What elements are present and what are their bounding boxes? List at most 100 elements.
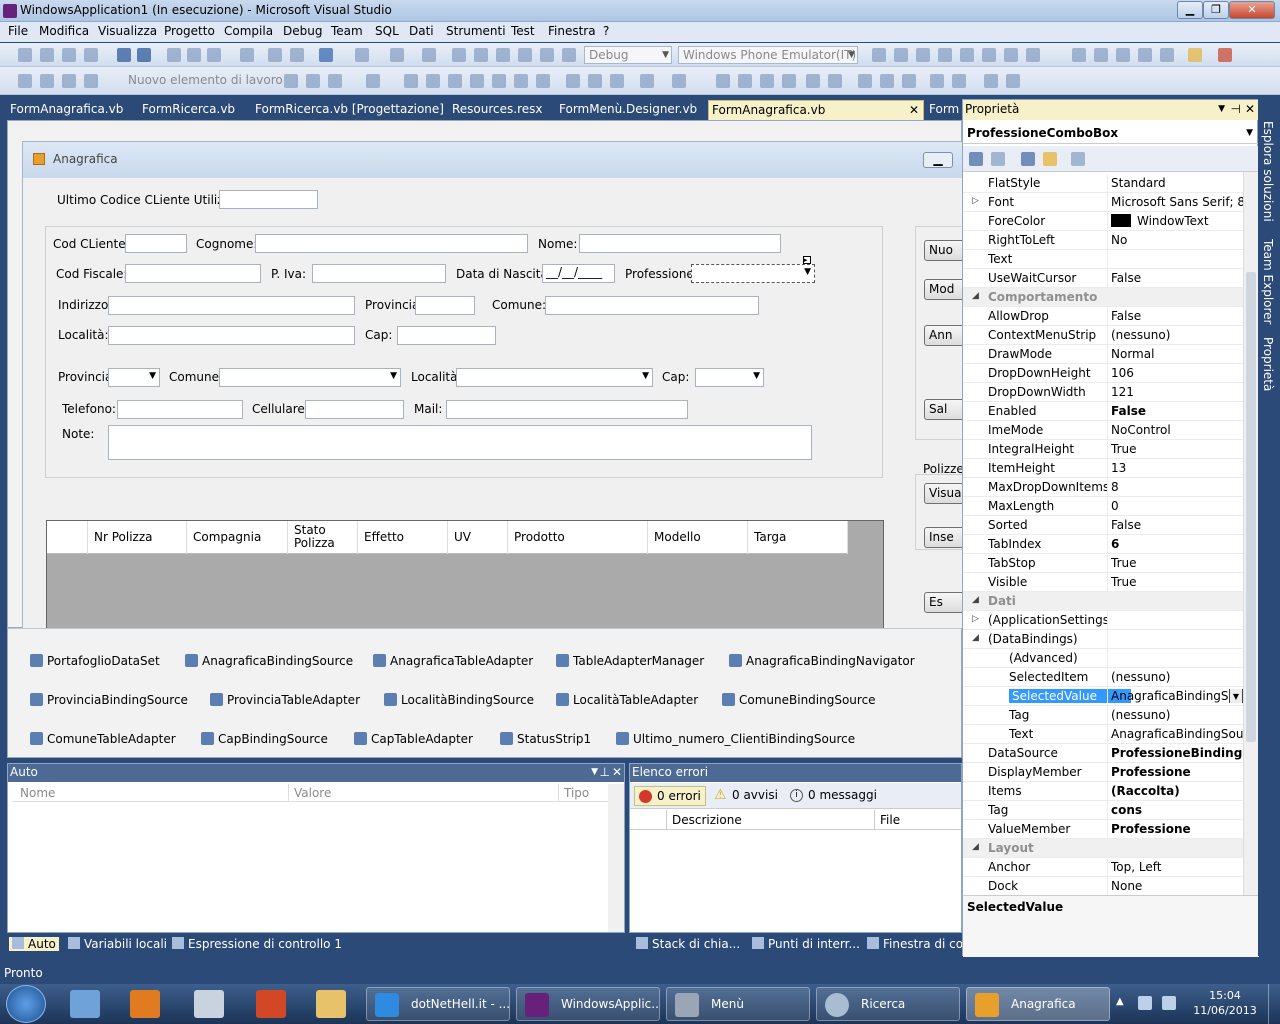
comune-field[interactable] bbox=[545, 296, 759, 315]
toolbar-icon[interactable] bbox=[514, 74, 528, 88]
property-row[interactable]: Tag (nessuno) bbox=[963, 706, 1243, 725]
property-value[interactable]: 13 bbox=[1111, 461, 1243, 475]
network-icon[interactable] bbox=[1138, 996, 1152, 1010]
minimize-button[interactable]: ▁ bbox=[1177, 1, 1203, 19]
property-pages-icon[interactable] bbox=[1071, 152, 1085, 166]
same-size-icon[interactable] bbox=[902, 74, 916, 88]
window-icon[interactable] bbox=[1138, 48, 1152, 62]
property-row[interactable]: ▷ Font Microsoft Sans Serif; 8,25 bbox=[963, 193, 1243, 212]
property-row[interactable]: DisplayMember Professione bbox=[963, 763, 1243, 782]
piva-field[interactable] bbox=[312, 264, 446, 283]
property-value[interactable]: (nessuno) bbox=[1111, 670, 1243, 684]
property-row[interactable]: Anchor Top, Left bbox=[963, 858, 1243, 877]
property-value[interactable]: (nessuno) bbox=[1111, 328, 1243, 342]
property-value[interactable]: NoControl bbox=[1111, 423, 1243, 437]
property-value[interactable]: True bbox=[1111, 575, 1243, 589]
tray-component[interactable]: CapTableAdapter bbox=[354, 732, 473, 746]
property-row[interactable]: SelectedItem (nessuno) bbox=[963, 668, 1243, 687]
property-value[interactable]: AnagraficaBindingSourc bbox=[1111, 727, 1243, 741]
menu-progetto[interactable]: Progetto bbox=[164, 24, 215, 38]
grid-column-header[interactable]: Compagnia bbox=[187, 521, 288, 554]
indirizzo-field[interactable] bbox=[108, 296, 355, 315]
cod-cliente-field[interactable] bbox=[125, 234, 187, 253]
scroll-thumb[interactable] bbox=[1246, 272, 1256, 742]
align-middle-icon[interactable] bbox=[806, 74, 820, 88]
tray-component[interactable]: Ultimo_numero_ClientiBindingSource bbox=[616, 732, 855, 746]
clock[interactable]: 15:04 11/06/2013 bbox=[1185, 988, 1265, 1018]
property-value[interactable]: 8 bbox=[1111, 480, 1243, 494]
grid-column-header[interactable]: Nr Polizza bbox=[88, 521, 187, 554]
property-row[interactable]: Text AnagraficaBindingSourc bbox=[963, 725, 1243, 744]
configuration-select[interactable]: Debug ▼ bbox=[584, 46, 672, 64]
menu-strumenti[interactable]: Strumenti bbox=[446, 24, 506, 38]
menu-visualizza[interactable]: Visualizza bbox=[98, 24, 157, 38]
open-icon[interactable] bbox=[62, 48, 76, 62]
property-value[interactable]: Microsoft Sans Serif; 8,25 bbox=[1111, 195, 1243, 209]
col-nome[interactable]: Nome bbox=[20, 786, 55, 800]
property-value[interactable]: AnagraficaBindingSo ▼ bbox=[1111, 689, 1243, 703]
spacing-icon[interactable] bbox=[984, 74, 998, 88]
menu-help[interactable]: ? bbox=[603, 24, 609, 38]
property-row[interactable]: ImeMode NoControl bbox=[963, 421, 1243, 440]
errors-filter-button[interactable]: 0 errori bbox=[634, 786, 706, 806]
comune-combobox[interactable]: ▼ bbox=[219, 368, 401, 387]
toolbar-icon[interactable] bbox=[640, 74, 654, 88]
col-file[interactable]: File bbox=[880, 813, 900, 827]
data-nascita-field[interactable]: __/__/____ bbox=[542, 264, 615, 283]
property-value[interactable]: 106 bbox=[1111, 366, 1243, 380]
collapse-icon[interactable]: ◢ bbox=[972, 633, 979, 643]
property-row[interactable]: Text▮ bbox=[963, 250, 1243, 269]
taskbar-item-ricerca[interactable]: Ricerca bbox=[816, 987, 960, 1021]
property-row[interactable]: AllowDrop False bbox=[963, 307, 1243, 326]
property-value[interactable]: WindowText bbox=[1111, 214, 1243, 228]
toolbar-icon[interactable] bbox=[566, 74, 580, 88]
toolbar-icon[interactable] bbox=[470, 74, 484, 88]
menu-finestra[interactable]: Finestra bbox=[548, 24, 596, 38]
properties-icon[interactable] bbox=[894, 48, 908, 62]
spacing-icon[interactable] bbox=[1006, 74, 1020, 88]
mail-field[interactable] bbox=[446, 400, 688, 419]
property-value[interactable]: Professione bbox=[1111, 822, 1243, 836]
window-icon[interactable] bbox=[1160, 48, 1174, 62]
property-row[interactable]: TabStop True bbox=[963, 554, 1243, 573]
tray-component[interactable]: ComuneBindingSource bbox=[722, 693, 876, 707]
tab-team-explorer[interactable]: Team Explorer bbox=[1261, 239, 1275, 325]
property-row[interactable]: UseWaitCursor False bbox=[963, 269, 1243, 288]
tray-component[interactable]: AnagraficaTableAdapter bbox=[373, 654, 533, 668]
tab-formmenu-designer[interactable]: FormMenù.Designer.vb bbox=[556, 100, 700, 120]
note-field[interactable] bbox=[108, 425, 812, 460]
properties-view-icon[interactable] bbox=[1021, 152, 1035, 166]
platform-select[interactable]: Windows Phone Emulator(IT) ▼ bbox=[678, 46, 858, 64]
new-project-icon[interactable] bbox=[18, 48, 32, 62]
grid-column-header[interactable]: Prodotto bbox=[508, 521, 648, 554]
same-width-icon[interactable] bbox=[858, 74, 872, 88]
property-value[interactable]: True bbox=[1111, 556, 1243, 570]
tray-component[interactable]: StatusStrip1 bbox=[500, 732, 591, 746]
smart-tag-icon[interactable]: ▸ bbox=[803, 256, 811, 264]
auto-scrollbar[interactable] bbox=[608, 784, 624, 932]
cod-fiscale-field[interactable] bbox=[125, 264, 261, 283]
property-value[interactable]: Professione bbox=[1111, 765, 1243, 779]
taskbar-item-vs[interactable]: WindowsApplic... bbox=[516, 987, 660, 1021]
property-row[interactable]: MaxDropDownItems 8 bbox=[963, 478, 1243, 497]
tray-component[interactable]: ComuneTableAdapter bbox=[30, 732, 176, 746]
tray-component[interactable]: AnagraficaBindingNavigator bbox=[729, 654, 915, 668]
restore-button[interactable]: ❐ bbox=[1203, 1, 1229, 19]
menu-compila[interactable]: Compila bbox=[224, 24, 273, 38]
toolbar-icon[interactable] bbox=[610, 74, 624, 88]
toolbar-icon[interactable] bbox=[62, 74, 76, 88]
property-value[interactable]: (Raccolta) bbox=[1111, 784, 1243, 798]
pin-icon[interactable]: ⊣ bbox=[1231, 100, 1241, 119]
taskbar-item-anagrafica[interactable]: Anagrafica bbox=[966, 987, 1110, 1021]
cap-field[interactable] bbox=[397, 326, 496, 345]
toolbar-icon[interactable] bbox=[536, 74, 550, 88]
pin-icon[interactable]: ⊥ bbox=[600, 764, 610, 781]
taskbar-item-ie[interactable]: dotNetHell.it - ... bbox=[366, 987, 510, 1021]
tab-finestra-comando[interactable]: Finestra di co... bbox=[867, 937, 974, 951]
localita-field[interactable] bbox=[108, 326, 355, 345]
property-value[interactable]: False bbox=[1111, 271, 1243, 285]
comment-icon[interactable] bbox=[268, 48, 282, 62]
col-tipo[interactable]: Tipo bbox=[564, 786, 589, 800]
tray-component[interactable]: PortafoglioDataSet bbox=[30, 654, 160, 668]
property-value[interactable]: cons bbox=[1111, 803, 1243, 817]
